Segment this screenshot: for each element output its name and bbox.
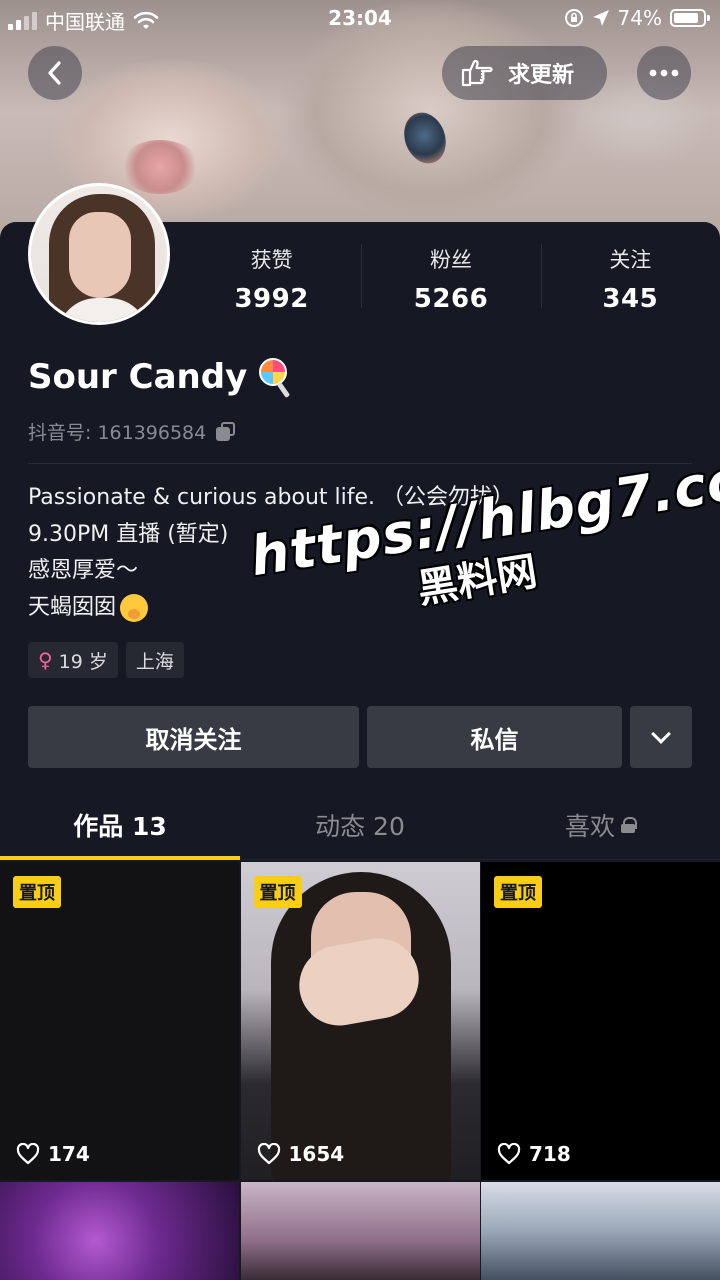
content-tabs: 作品 13 动态 20 喜欢 <box>0 790 720 860</box>
tab-posts[interactable]: 动态 20 <box>240 790 480 859</box>
video-thumbnail[interactable]: 置顶 1654 <box>240 862 480 1180</box>
lock-icon <box>621 816 637 833</box>
tab-works-label: 作品 13 <box>73 811 167 841</box>
rotation-lock-icon <box>564 9 583 27</box>
video-likes-count: 174 <box>48 1142 90 1166</box>
city-tag-label: 上海 <box>135 650 174 673</box>
battery-percent: 74% <box>617 6 662 30</box>
request-update-button[interactable]: 求更新 <box>442 46 607 100</box>
user-id-text: 抖音号: 161396584 <box>28 422 207 444</box>
pinned-badge: 置顶 <box>13 876 61 908</box>
bio: Passionate & curious about life. （公会勿扰） … <box>28 480 514 626</box>
heart-icon <box>497 1143 521 1165</box>
back-arrow-icon <box>48 61 61 85</box>
stat-followers-label: 粉丝 <box>429 248 472 272</box>
video-thumbnail[interactable] <box>481 1182 720 1280</box>
lollipop-icon <box>255 356 295 398</box>
video-thumbnail[interactable] <box>240 1182 480 1280</box>
status-bar: 中国联通 23:04 74% <box>0 0 720 38</box>
video-likes-count: 1654 <box>288 1142 345 1166</box>
bio-line: Passionate & curious about life. （公会勿扰） <box>28 485 514 510</box>
more-button[interactable] <box>637 46 691 100</box>
unfollow-button[interactable]: 取消关注 <box>28 706 359 768</box>
shushing-face-icon <box>120 593 149 622</box>
pointing-hand-icon <box>461 59 493 87</box>
stat-following-label: 关注 <box>609 248 652 272</box>
video-likes-count: 718 <box>529 1142 571 1166</box>
stat-likes-label: 获赞 <box>250 248 293 272</box>
location-arrow-icon <box>592 10 609 26</box>
pinned-badge: 置顶 <box>253 876 302 908</box>
video-thumbnail[interactable]: 置顶 718 <box>481 862 720 1180</box>
heart-icon <box>257 1143 280 1165</box>
video-grid: 置顶 174 置顶 1654 置顶 718 <box>0 862 720 1280</box>
tab-works[interactable]: 作品 13 <box>0 790 240 860</box>
stat-likes[interactable]: 获赞 3992 <box>182 240 361 320</box>
video-likes: 718 <box>497 1142 571 1166</box>
bio-line-text: 天蝎囡囡 <box>28 594 117 620</box>
cover-goat-nose <box>120 140 200 194</box>
video-thumbnail[interactable]: 置顶 174 <box>0 862 239 1180</box>
bio-line: 天蝎囡囡 <box>28 590 514 627</box>
female-icon: ♀ <box>38 648 53 672</box>
battery-icon <box>670 9 710 27</box>
profile-name-text: Sour Candy <box>28 357 248 397</box>
tab-likes-label: 喜欢 <box>564 811 615 841</box>
video-thumbnail[interactable] <box>0 1182 239 1280</box>
city-tag: 上海 <box>125 642 184 678</box>
age-tag-label: 19 岁 <box>58 650 108 673</box>
request-update-label: 求更新 <box>508 63 575 88</box>
message-button[interactable]: 私信 <box>367 706 622 768</box>
pinned-badge: 置顶 <box>494 876 542 908</box>
recommend-dropdown-button[interactable] <box>630 706 692 768</box>
tab-likes[interactable]: 喜欢 <box>480 790 720 859</box>
user-id: 抖音号: 161396584 <box>28 418 236 445</box>
stat-following[interactable]: 关注 345 <box>540 240 720 320</box>
divider <box>28 463 692 464</box>
profile-tags: ♀ 19 岁 上海 <box>28 642 184 678</box>
heart-icon <box>16 1143 40 1165</box>
cover-goat-eye <box>397 106 453 170</box>
video-likes: 174 <box>16 1142 90 1166</box>
stat-following-value: 345 <box>602 284 659 314</box>
chevron-down-icon <box>651 724 671 744</box>
age-tag: ♀ 19 岁 <box>28 642 118 678</box>
bio-line: 感恩厚爱～ <box>28 558 139 583</box>
tab-posts-label: 动态 20 <box>315 811 405 841</box>
avatar[interactable] <box>28 183 170 325</box>
profile-actions: 取消关注 私信 <box>28 706 692 768</box>
profile-stats: 获赞 3992 粉丝 5266 关注 345 <box>182 240 720 320</box>
more-dots-icon <box>649 69 679 77</box>
stat-likes-value: 3992 <box>234 284 309 314</box>
video-likes: 1654 <box>257 1142 345 1166</box>
back-button[interactable] <box>28 46 82 100</box>
profile-name: Sour Candy <box>28 356 295 398</box>
bio-line: 9.30PM 直播 (暂定) <box>28 521 229 547</box>
stat-followers[interactable]: 粉丝 5266 <box>361 240 540 320</box>
stat-followers-value: 5266 <box>413 284 489 314</box>
copy-icon[interactable] <box>216 421 236 442</box>
